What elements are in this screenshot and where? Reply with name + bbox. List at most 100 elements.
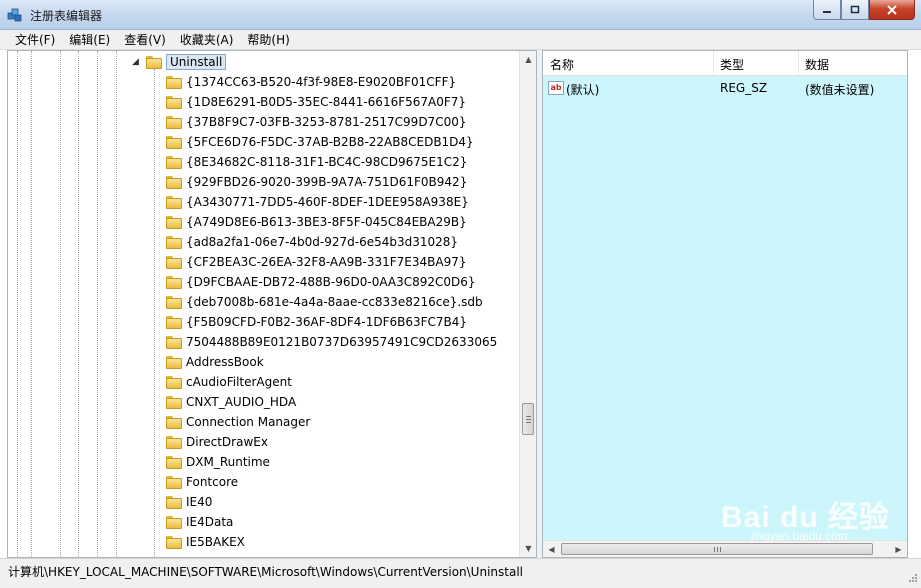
tree-node-label: Uninstall: [166, 54, 227, 70]
tree-node[interactable]: IE40: [166, 492, 212, 512]
column-divider[interactable]: [713, 51, 714, 76]
tree-node[interactable]: {D9FCBAAE-DB72-488B-96D0-0AA3C892C0D6}: [166, 272, 476, 292]
column-divider[interactable]: [798, 51, 799, 76]
resize-grip-icon[interactable]: [906, 573, 918, 585]
tree-node-label: AddressBook: [186, 355, 264, 369]
tree-node[interactable]: {A3430771-7DD5-460F-8DEF-1DEE958A938E}: [166, 192, 469, 212]
scroll-thumb[interactable]: [522, 403, 534, 435]
window-title: 注册表编辑器: [30, 9, 103, 23]
tree-node[interactable]: DXM_Runtime: [166, 452, 270, 472]
scroll-thumb[interactable]: [561, 543, 873, 555]
tree-node[interactable]: {929FBD26-9020-399B-9A7A-751D61F0B942}: [166, 172, 467, 192]
folder-open-icon: [146, 55, 162, 69]
close-icon: [887, 4, 897, 15]
tree-node[interactable]: {1D8E6291-B0D5-35EC-8441-6616F567A0F7}: [166, 92, 466, 112]
menu-favorites[interactable]: 收藏夹(A): [173, 31, 241, 48]
tree-node[interactable]: cAudioFilterAgent: [166, 372, 292, 392]
folder-icon: [166, 475, 182, 489]
tree-node-label: {37B8F9C7-03FB-3253-8781-2517C99D7C00}: [186, 115, 467, 129]
folder-icon: [166, 335, 182, 349]
tree-guide-line: [116, 51, 117, 557]
tree-node[interactable]: {5FCE6D76-F5DC-37AB-B2B8-22AB8CEDB1D4}: [166, 132, 474, 152]
tree-node-label: {ad8a2fa1-06e7-4b0d-927d-6e54b3d31028}: [186, 235, 459, 249]
tree-node-label: {8E34682C-8118-31F1-BC4C-98CD9675E1C2}: [186, 155, 468, 169]
values-horizontal-scrollbar[interactable]: ◀ ▶: [543, 540, 907, 557]
key-tree-pane[interactable]: ◢ Uninstall {1374CC63-B520-4f3f-98E8-E90…: [7, 50, 537, 558]
tree-node[interactable]: 7504488B89E0121B0737D63957491C9CD2633065: [166, 332, 497, 352]
value-list-pane[interactable]: 名称 类型 数据 ab (默认) REG_SZ (数值未设置) ◀ ▶: [542, 50, 908, 558]
status-path: 计算机\HKEY_LOCAL_MACHINE\SOFTWARE\Microsof…: [8, 565, 523, 579]
folder-icon: [166, 115, 182, 129]
folder-icon: [166, 155, 182, 169]
menu-edit[interactable]: 编辑(E): [62, 31, 117, 48]
tree-node[interactable]: DirectDrawEx: [166, 432, 268, 452]
tree-node[interactable]: {37B8F9C7-03FB-3253-8781-2517C99D7C00}: [166, 112, 466, 132]
column-header-data[interactable]: 数据: [805, 56, 829, 73]
tree-node[interactable]: Connection Manager: [166, 412, 310, 432]
folder-icon: [166, 515, 182, 529]
folder-icon: [166, 235, 182, 249]
folder-icon: [166, 255, 182, 269]
minimize-button[interactable]: [813, 0, 841, 20]
tree-node[interactable]: CNXT_AUDIO_HDA: [166, 392, 296, 412]
folder-icon: [166, 355, 182, 369]
value-data: (数值未设置): [805, 83, 875, 97]
tree-node-label: {CF2BEA3C-26EA-32F8-AA9B-331F7E34BA97}: [186, 255, 467, 269]
tree-node-label: {A749D8E6-B613-3BE3-8F5F-045C84EBA29B}: [186, 215, 467, 229]
window-controls: [813, 0, 915, 20]
value-row[interactable]: ab (默认) REG_SZ (数值未设置): [543, 78, 907, 98]
tree-node-label: Fontcore: [186, 475, 239, 489]
tree-node[interactable]: AddressBook: [166, 352, 264, 372]
tree-node[interactable]: {A749D8E6-B613-3BE3-8F5F-045C84EBA29B}: [166, 212, 467, 232]
menu-file[interactable]: 文件(F): [8, 31, 62, 48]
tree-node-uninstall[interactable]: ◢ Uninstall: [132, 52, 227, 72]
tree-node-label: {1374CC63-B520-4f3f-98E8-E9020BF01CFF}: [186, 75, 457, 89]
tree-guide-line: [78, 51, 79, 557]
folder-icon: [166, 95, 182, 109]
title-bar[interactable]: 注册表编辑器: [0, 0, 921, 30]
tree-node-label: IE5BAKEX: [186, 535, 245, 549]
tree-node-label: {D9FCBAAE-DB72-488B-96D0-0AA3C892C0D6}: [186, 275, 476, 289]
tree-guide-line: [154, 69, 155, 557]
tree-node-label: {deb7008b-681e-4a4a-8aae-cc833e8216ce}.s…: [186, 295, 483, 309]
scroll-up-arrow-icon[interactable]: ▲: [520, 51, 536, 68]
tree-node[interactable]: {8E34682C-8118-31F1-BC4C-98CD9675E1C2}: [166, 152, 467, 172]
tree-vertical-scrollbar[interactable]: ▲ ▼: [519, 51, 536, 557]
menu-bar: 文件(F) 编辑(E) 查看(V) 收藏夹(A) 帮助(H): [0, 30, 921, 50]
folder-icon: [166, 295, 182, 309]
column-header-name[interactable]: 名称: [550, 56, 574, 73]
value-name: (默认): [566, 83, 600, 97]
scroll-left-arrow-icon[interactable]: ◀: [543, 541, 560, 557]
folder-icon: [166, 175, 182, 189]
menu-help[interactable]: 帮助(H): [240, 31, 296, 48]
folder-icon: [166, 75, 182, 89]
column-header-type[interactable]: 类型: [720, 56, 744, 73]
status-bar: 计算机\HKEY_LOCAL_MACHINE\SOFTWARE\Microsof…: [0, 558, 921, 588]
folder-icon: [166, 195, 182, 209]
folder-icon: [166, 315, 182, 329]
tree-node[interactable]: {CF2BEA3C-26EA-32F8-AA9B-331F7E34BA97}: [166, 252, 467, 272]
menu-view[interactable]: 查看(V): [117, 31, 173, 48]
tree-node[interactable]: Fontcore: [166, 472, 238, 492]
tree-node[interactable]: {1374CC63-B520-4f3f-98E8-E9020BF01CFF}: [166, 72, 456, 92]
folder-icon: [166, 415, 182, 429]
tree-node-label: {929FBD26-9020-399B-9A7A-751D61F0B942}: [186, 175, 468, 189]
close-button[interactable]: [869, 0, 915, 20]
tree-node-label: Connection Manager: [186, 415, 311, 429]
tree-node-label: {5FCE6D76-F5DC-37AB-B2B8-22AB8CEDB1D4}: [186, 135, 474, 149]
collapse-arrow-icon[interactable]: ◢: [132, 57, 142, 67]
tree-node[interactable]: IE5BAKEX: [166, 532, 245, 552]
scroll-down-arrow-icon[interactable]: ▼: [520, 540, 536, 557]
tree-node-label: IE4Data: [186, 515, 234, 529]
registry-editor-icon: [7, 8, 22, 22]
tree-node[interactable]: {deb7008b-681e-4a4a-8aae-cc833e8216ce}.s…: [166, 292, 483, 312]
folder-icon: [166, 215, 182, 229]
tree-node[interactable]: IE4Data: [166, 512, 233, 532]
maximize-button[interactable]: [841, 0, 869, 20]
scroll-right-arrow-icon[interactable]: ▶: [890, 541, 907, 557]
tree-node[interactable]: {F5B09CFD-F0B2-36AF-8DF4-1DF6B63FC7B4}: [166, 312, 467, 332]
value-list-header: 名称 类型 数据: [543, 51, 907, 76]
tree-guide-line: [31, 51, 32, 557]
tree-node[interactable]: {ad8a2fa1-06e7-4b0d-927d-6e54b3d31028}: [166, 232, 458, 252]
tree-node-label: cAudioFilterAgent: [186, 375, 292, 389]
